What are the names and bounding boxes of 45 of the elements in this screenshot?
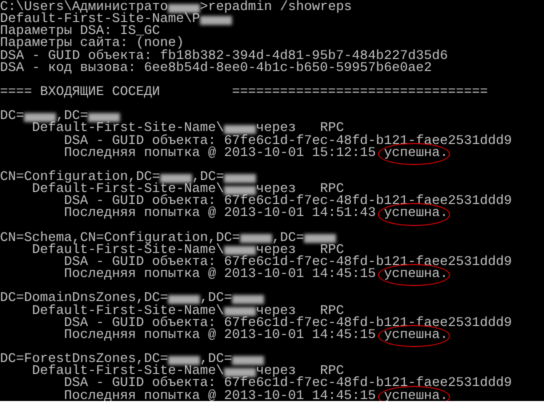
console-text: ,DC=: [272, 232, 304, 245]
guid-line: DSA - GUID объекта: 67fe6c1d-f7ec-48fd-b121-faee2531ddd9: [64, 318, 512, 330]
section-title: ==== ВХОДЯЩИЕ СОСЕДИ ================================: [0, 86, 488, 100]
redaction-smudge: [160, 174, 192, 183]
redaction-smudge: [168, 294, 200, 304]
result-suffix: .: [440, 148, 448, 160]
redaction-smudge: [224, 307, 256, 316]
console-text: DSA - код вызова: 6ee8b54d-8ee0-4b1c-b650-59957b6e0ae2: [0, 62, 432, 75]
redaction-smudge: [200, 16, 232, 25]
redaction-smudge: [304, 234, 336, 244]
console-text: ,DC=: [200, 293, 232, 306]
redaction-smudge: [168, 356, 200, 365]
result-status: успешна: [384, 148, 440, 160]
result-suffix: .: [440, 330, 448, 342]
attempt-line: Последняя попытка @ 2013-10-01 14:45:15: [64, 269, 376, 282]
attempt-line: Последняя попытка @ 2013-10-01 14:51:43: [64, 208, 376, 221]
result-status: успешна: [384, 269, 440, 282]
result-suffix: .: [440, 208, 448, 221]
console-text: Default-First-Site-Name\P: [0, 14, 200, 26]
redaction-smudge: [168, 4, 200, 13]
redaction-smudge: [224, 186, 256, 195]
redaction-smudge: [232, 294, 264, 304]
redaction-smudge: [224, 174, 256, 183]
result-suffix: .: [440, 390, 448, 401]
result-status: успешна: [384, 330, 440, 342]
redaction-smudge: [240, 234, 272, 244]
console-text: DC=: [0, 111, 24, 124]
redaction-smudge: [88, 112, 120, 122]
guid-line: DSA - GUID объекта: 67fe6c1d-f7ec-48fd-b121-faee2531ddd9: [64, 136, 512, 148]
result-status: успешна: [384, 208, 440, 221]
attempt-line: Последняя попытка @ 2013-10-01 14:45:15: [64, 330, 376, 342]
redaction-smudge: [224, 246, 256, 256]
attempt-line: Последняя попытка @ 2013-10-01 15:12:15: [64, 148, 376, 160]
console-text: C:\Users\Администрато: [0, 2, 168, 14]
console-text: >repadmin /showreps: [200, 2, 352, 14]
redaction-smudge: [232, 356, 264, 365]
console-text: CN=Configuration,DC=: [0, 172, 160, 184]
guid-line: DSA - GUID объекта: 67fe6c1d-f7ec-48fd-b121-faee2531ddd9: [64, 378, 512, 391]
result-status: успешна: [384, 390, 440, 401]
attempt-line: Последняя попытка @ 2013-10-01 14:45:15: [64, 390, 376, 401]
redaction-smudge: [224, 368, 256, 377]
console-text: CN=Schema,CN=Configuration,DC=: [0, 232, 240, 245]
redaction-smudge: [224, 124, 256, 134]
result-suffix: .: [440, 269, 448, 282]
redaction-smudge: [24, 112, 56, 122]
